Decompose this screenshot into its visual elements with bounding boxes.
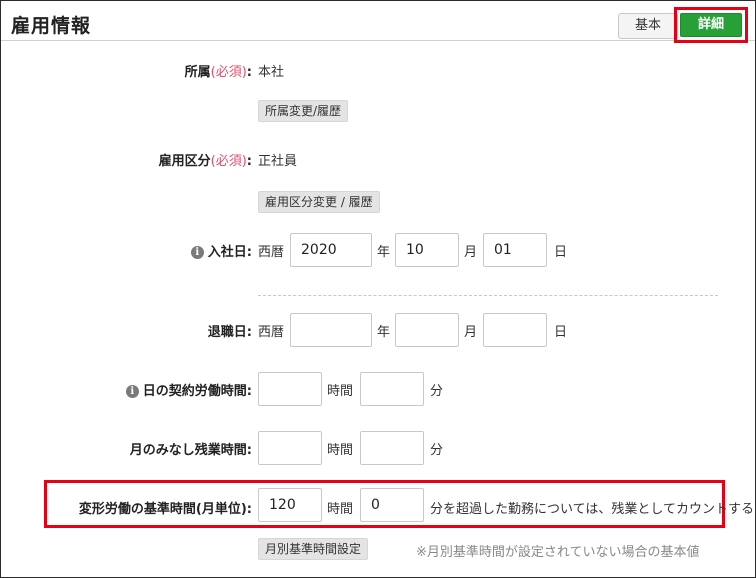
- hire-month-unit: 月: [464, 245, 478, 260]
- daily-minutes-unit: 分: [430, 384, 444, 399]
- hire-year-unit: 年: [377, 245, 391, 260]
- variable-hours-unit: 時間: [327, 502, 354, 517]
- basic-view-button[interactable]: 基本: [618, 13, 678, 39]
- hire-day-unit: 日: [554, 245, 568, 260]
- standard-hours-note: ※月別基準時間が設定されていない場合の基本値: [416, 545, 700, 560]
- daily-minutes-input[interactable]: [360, 372, 424, 406]
- variable-minutes-input[interactable]: 0: [360, 488, 424, 522]
- daily-hours-unit: 時間: [327, 384, 354, 399]
- daily-hours-input[interactable]: [258, 372, 322, 406]
- overtime-hours-input[interactable]: [258, 431, 322, 465]
- employment-type-value: 正社員: [258, 154, 298, 169]
- variable-minutes-text: 分を超過した勤務については、残業としてカウントする: [430, 502, 754, 517]
- monthly-overtime-label: 月のみなし残業時間:: [129, 443, 252, 458]
- variable-hours-input[interactable]: 120: [258, 488, 322, 522]
- section-title: 雇用情報: [11, 15, 92, 37]
- retire-month-input[interactable]: [395, 313, 459, 347]
- retire-year-input[interactable]: [290, 313, 372, 347]
- retire-date-label: 退職日:: [207, 325, 252, 340]
- info-icon[interactable]: i: [125, 385, 139, 398]
- hire-date-label: i 入社日:: [150, 241, 252, 260]
- variable-hours-label: 変形労働の基準時間(月単位):: [78, 502, 252, 517]
- employment-type-history-button[interactable]: 雇用区分変更 / 履歴: [258, 191, 380, 213]
- info-icon[interactable]: i: [190, 246, 204, 259]
- hire-day-input[interactable]: 01: [483, 233, 547, 267]
- section-header: 雇用情報 基本 詳細: [1, 1, 755, 43]
- retire-day-input[interactable]: [483, 313, 547, 347]
- overtime-minutes-input[interactable]: [360, 431, 424, 465]
- daily-hours-label: i 日の契約労働時間:: [100, 380, 252, 399]
- overtime-hours-unit: 時間: [327, 443, 354, 458]
- hire-month-input[interactable]: 10: [395, 233, 459, 267]
- employment-type-label: 雇用区分(必須):: [158, 154, 252, 169]
- retire-month-unit: 月: [464, 325, 478, 340]
- detail-view-button[interactable]: 詳細: [680, 13, 742, 37]
- divider: [258, 295, 718, 296]
- hire-year-input[interactable]: 2020: [290, 233, 372, 267]
- monthly-standard-hours-button[interactable]: 月別基準時間設定: [258, 538, 369, 560]
- affiliation-history-button[interactable]: 所属変更/履歴: [258, 100, 349, 122]
- detail-button-highlight: 詳細: [674, 7, 748, 43]
- retire-year-unit: 年: [377, 325, 391, 340]
- hire-era: 西暦: [258, 245, 285, 260]
- affiliation-label: 所属(必須):: [184, 65, 252, 80]
- overtime-minutes-unit: 分: [430, 443, 444, 458]
- retire-era: 西暦: [258, 325, 285, 340]
- retire-day-unit: 日: [554, 325, 568, 340]
- affiliation-value: 本社: [258, 65, 285, 80]
